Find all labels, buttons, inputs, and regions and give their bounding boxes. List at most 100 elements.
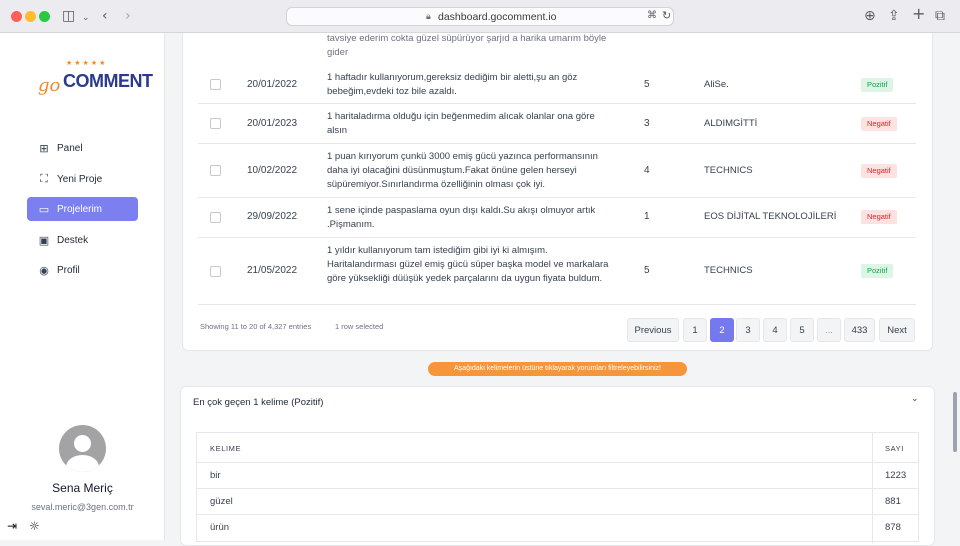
sidebar-item-label: Panel (57, 142, 83, 154)
previous-page-button[interactable]: Previous (627, 318, 679, 342)
review-comment: 1 sene içinde paspaslama oyun dışı kaldı… (327, 205, 596, 230)
review-date: 29/09/2022 (247, 211, 298, 222)
review-score: 1 (644, 211, 650, 222)
row-checkbox[interactable] (210, 266, 221, 277)
review-comment: 1 haftadır kullanıyorum,gereksiz dediğim… (327, 72, 578, 97)
sentiment-badge: Negatif (861, 210, 897, 224)
sidebar-item-yeni-proje[interactable]: ⛶ Yeni Proje (27, 167, 138, 191)
sentiment-badge: Negatif (861, 164, 897, 178)
table-row[interactable]: ürün 878 (197, 515, 918, 541)
logout-icon[interactable]: ⇥ (7, 519, 17, 533)
avatar[interactable] (59, 425, 106, 472)
table-row[interactable]: 10/02/2022 1 puan kırıyorum çunkü 3000 e… (198, 144, 916, 198)
minimize-window-button[interactable] (25, 11, 36, 22)
review-brand: TECHNICS (704, 165, 753, 176)
sidebar-item-label: Yeni Proje (57, 173, 103, 185)
page-button-3[interactable]: 3 (736, 318, 760, 342)
sidebar-item-label: Projelerim (57, 203, 103, 215)
review-comment: 1 haritaladırma olduğu için beğenmedim a… (327, 111, 595, 136)
theme-toggle-icon[interactable]: ☼ (29, 519, 40, 533)
logo-stars: ★★★★★ (66, 60, 108, 67)
review-date: 10/02/2022 (247, 165, 298, 176)
sentiment-badge: Negatif (861, 117, 897, 131)
address-bar[interactable]: 🔒︎ dashboard.gocomment.io ⌘ ↻ (286, 7, 674, 26)
sidebar: ★★★★★ go COMMENT ⊞ Panel ⛶ Yeni Proje ▭ … (0, 33, 165, 540)
page-button-4[interactable]: 4 (763, 318, 787, 342)
tab-overview-icon[interactable]: ⧉ (935, 7, 945, 25)
review-brand: ALDIMGİTTİ (704, 118, 758, 129)
page-button-2[interactable]: 2 (710, 318, 734, 342)
word-cell: güzel (210, 496, 233, 507)
share-icon[interactable]: ⇪ (888, 7, 900, 25)
sidebar-item-profil[interactable]: ◉ Profil (27, 258, 138, 282)
zoom-window-button[interactable] (39, 11, 50, 22)
review-score: 5 (644, 79, 650, 90)
download-icon[interactable]: ⊕ (864, 7, 876, 25)
back-icon[interactable]: ‹ (102, 7, 108, 25)
row-checkbox[interactable] (210, 212, 221, 223)
sidebar-item-projelerim[interactable]: ▭ Projelerim (27, 197, 138, 221)
user-circle-icon: ◉ (39, 263, 49, 277)
review-brand: EOS DİJİTAL TEKNOLOJİLERİ (704, 211, 837, 222)
word-table-header: KELIME SAYI (197, 433, 918, 463)
table-row[interactable]: 20/01/2023 1 haritaladırma olduğu için b… (198, 104, 916, 144)
translate-icon[interactable]: ⌘ (647, 10, 657, 21)
next-page-button[interactable]: Next (879, 318, 915, 342)
scan-icon: ⛶ (40, 172, 48, 185)
filter-hint-badge: Aşağıdaki kelimelerin üstüne tıklayarak … (428, 362, 687, 376)
page-ellipsis: ... (817, 318, 841, 342)
column-divider (872, 433, 873, 543)
row-checkbox[interactable] (210, 79, 221, 90)
forward-icon[interactable]: › (125, 7, 131, 25)
row-checkbox[interactable] (210, 118, 221, 129)
grid-icon: ⊞ (39, 141, 49, 155)
sidebar-item-label: Profil (57, 264, 80, 276)
sidebar-toggle-icon[interactable]: ◫ (62, 7, 75, 25)
review-score: 3 (644, 118, 650, 129)
sidebar-item-destek[interactable]: ▣ Destek (27, 228, 138, 252)
review-comment: 1 puan kırıyorum çunkü 3000 emiş gücü ya… (327, 151, 598, 190)
review-date: 20/01/2022 (247, 79, 298, 90)
scrollbar-thumb[interactable] (953, 392, 957, 452)
table-row[interactable]: 21/05/2022 1 yıldır kullanıyorum tam ist… (198, 238, 916, 305)
entries-info: Showing 11 to 20 of 4,327 entries (200, 322, 312, 331)
selection-info: 1 row selected (335, 322, 384, 331)
sidebar-item-label: Destek (57, 234, 89, 246)
review-date: 21/05/2022 (247, 265, 298, 276)
chevron-down-icon[interactable]: ⌄ (82, 9, 90, 27)
new-tab-icon[interactable]: + (912, 5, 925, 23)
close-window-button[interactable] (11, 11, 22, 22)
sidebar-item-panel[interactable]: ⊞ Panel (27, 136, 138, 160)
logo-prefix: go (38, 75, 61, 96)
logo-main: COMMENT (63, 71, 153, 91)
column-header-count[interactable]: SAYI (885, 444, 904, 453)
page-button-1[interactable]: 1 (683, 318, 707, 342)
review-date: 20/01/2023 (247, 118, 298, 129)
table-row[interactable]: güzel 881 (197, 489, 918, 515)
sentiment-badge: Pozitif (861, 78, 894, 92)
browser-toolbar: ◫ ⌄ ‹ › 🔒︎ dashboard.gocomment.io ⌘ ↻ ⊕ … (0, 0, 960, 33)
inbox-icon: ▣ (38, 233, 50, 247)
accordion-title[interactable]: En çok geçen 1 kelime (Pozitif) (193, 397, 323, 408)
row-checkbox[interactable] (210, 165, 221, 176)
word-table: KELIME SAYI bir 1223 güzel 881 ürün 878 (196, 432, 919, 543)
folder-icon: ▭ (38, 202, 50, 216)
gocomment-logo[interactable]: ★★★★★ go COMMENT (36, 60, 153, 103)
reload-icon[interactable]: ↻ (662, 9, 671, 22)
chevron-down-icon[interactable]: ⌄ (911, 394, 919, 404)
url-text: dashboard.gocomment.io (438, 11, 557, 23)
lock-icon: 🔒︎ (426, 11, 431, 21)
user-name: Sena Meriç (52, 481, 113, 495)
review-score: 4 (644, 165, 650, 176)
table-row[interactable]: 29/09/2022 1 sene içinde paspaslama oyun… (198, 198, 916, 238)
sentiment-badge: Pozitif (861, 264, 894, 278)
column-header-word[interactable]: KELIME (210, 444, 241, 453)
count-cell: 878 (885, 522, 901, 533)
table-row[interactable]: 20/01/2022 1 haftadır kullanıyorum,gerek… (198, 65, 916, 104)
count-cell: 881 (885, 496, 901, 507)
word-cell: ürün (210, 522, 230, 533)
table-row[interactable]: bir 1223 (197, 463, 918, 489)
page-button-5[interactable]: 5 (790, 318, 814, 342)
page-button-433[interactable]: 433 (844, 318, 875, 342)
user-email: seval.meric@3gen.com.tr (31, 502, 134, 512)
